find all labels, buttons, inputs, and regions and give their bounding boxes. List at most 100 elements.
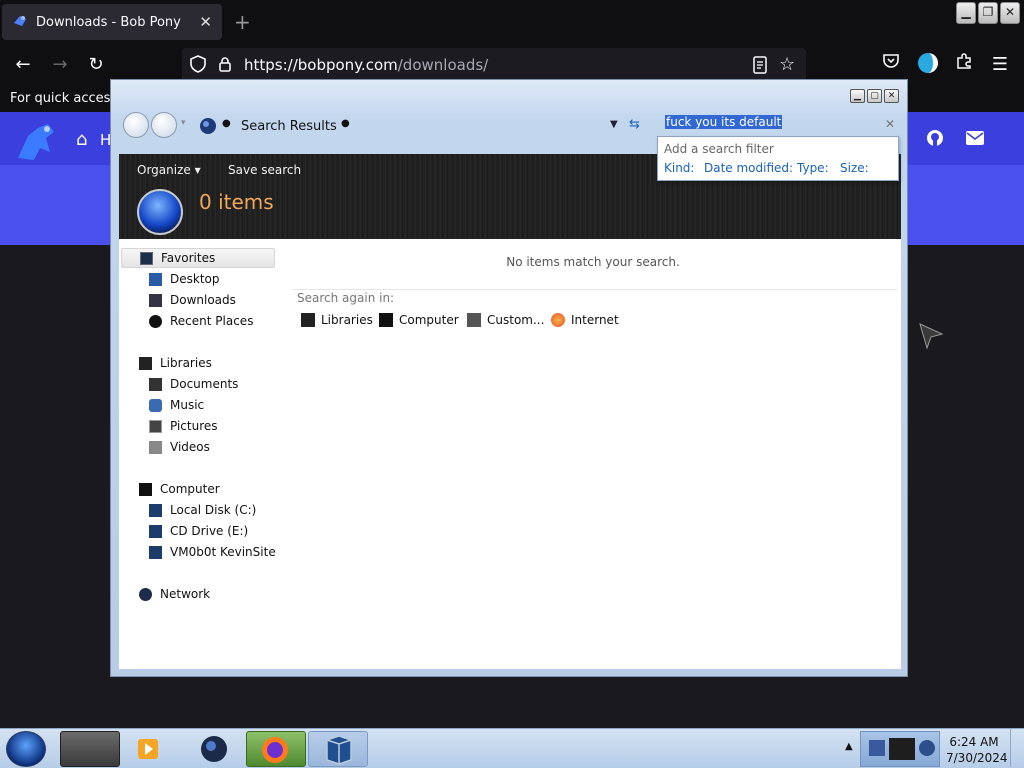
nav-recent-places[interactable]: Recent Places	[149, 311, 253, 331]
search-again-libraries-label: Libraries	[321, 313, 373, 327]
save-search-button[interactable]: Save search	[228, 163, 301, 177]
libraries-icon	[301, 313, 315, 327]
search-again-custom-label: Custom...	[487, 313, 545, 327]
taskbar-virtualbox-icon[interactable]	[308, 731, 368, 767]
nav-documents[interactable]: Documents	[149, 374, 238, 394]
nav-videos[interactable]: Videos	[149, 437, 210, 457]
filter-date-modified[interactable]: Date modified:	[704, 161, 793, 175]
search-filter-popup: Add a search filter Kind: Date modified:…	[657, 136, 899, 181]
music-icon	[149, 398, 162, 412]
breadcrumb-chevron-icon[interactable]: ●	[341, 118, 350, 129]
search-input[interactable]: fuck you its default ✕	[665, 115, 901, 137]
nav-favorites[interactable]: Favorites	[121, 248, 275, 268]
nav-computer[interactable]: Computer	[139, 479, 220, 499]
bob-pony-logo-icon[interactable]	[14, 118, 62, 169]
refresh-icon[interactable]: ⇆	[629, 117, 640, 132]
tray-network-icon[interactable]	[869, 740, 885, 756]
start-button-icon[interactable]	[6, 731, 46, 767]
url-bar[interactable]: https://bobpony.com/downloads/ ☆	[182, 48, 806, 82]
taskbar-internet-explorer-icon[interactable]	[184, 731, 244, 767]
search-again-internet[interactable]: Internet	[551, 313, 619, 327]
nav-local-disk[interactable]: Local Disk (C:)	[149, 500, 256, 520]
search-again-computer-label: Computer	[399, 313, 459, 327]
minimize-window-icon[interactable]: ▁	[956, 2, 976, 24]
forward-arrow-icon[interactable]: →	[47, 52, 73, 78]
nav-libraries[interactable]: Libraries	[139, 353, 212, 373]
lock-icon[interactable]	[218, 56, 232, 75]
search-again-custom[interactable]: Custom...	[467, 313, 544, 327]
nav-network-label: Network	[160, 587, 211, 601]
account-icon[interactable]	[915, 52, 941, 78]
nav-local-disk-label: Local Disk (C:)	[170, 503, 257, 517]
nav-network[interactable]: Network	[139, 584, 210, 604]
restore-window-icon[interactable]: ❐	[978, 2, 998, 24]
filter-type[interactable]: Type:	[797, 161, 829, 175]
nav-network-share[interactable]: VM0b0t KevinSite	[149, 542, 276, 562]
downloads-icon	[149, 293, 162, 307]
explorer-forward-icon[interactable]	[151, 112, 177, 138]
close-window-icon[interactable]: ✕	[1000, 2, 1020, 24]
divider	[293, 289, 897, 290]
taskbar-firefox-icon[interactable]	[246, 731, 306, 767]
pocket-icon[interactable]	[878, 52, 904, 78]
pictures-icon	[149, 419, 162, 433]
filter-kind[interactable]: Kind:	[664, 161, 694, 175]
hamburger-menu-icon[interactable]: ☰	[987, 52, 1013, 78]
nav-music-label: Music	[170, 398, 205, 412]
nav-pictures[interactable]: Pictures	[149, 416, 218, 436]
cd-drive-icon	[149, 524, 162, 538]
nav-favorites-label: Favorites	[161, 251, 216, 265]
nav-recent-label: Recent Places	[170, 314, 254, 328]
search-again-libraries[interactable]: Libraries	[301, 313, 373, 327]
nav-cd-drive[interactable]: CD Drive (E:)	[149, 521, 248, 541]
show-desktop-button[interactable]	[1010, 729, 1022, 767]
breadcrumb[interactable]: Search Results	[241, 119, 337, 134]
tray-action-center-icon[interactable]	[889, 738, 915, 760]
shield-icon[interactable]	[190, 54, 206, 76]
search-again-computer[interactable]: Computer	[379, 313, 459, 327]
organize-button[interactable]: Organize ▾	[137, 163, 201, 177]
search-location-icon	[199, 117, 217, 138]
nav-network-share-label: VM0b0t KevinSite	[170, 545, 276, 559]
explorer-close-icon[interactable]: ✕	[884, 89, 899, 103]
new-tab-icon[interactable]: +	[234, 10, 251, 34]
tab-title: Downloads - Bob Pony	[36, 14, 181, 30]
address-dropdown-icon[interactable]: ▼	[610, 119, 618, 130]
close-tab-icon[interactable]: ✕	[199, 13, 212, 31]
clock-time[interactable]: 6:24 AM	[946, 735, 1002, 749]
videos-icon	[149, 440, 162, 454]
browser-tab-bar: Downloads - Bob Pony ✕ + ▁ ❐ ✕	[0, 0, 1024, 44]
local-disk-icon	[149, 503, 162, 517]
clear-search-icon[interactable]: ✕	[885, 117, 895, 131]
nav-cd-drive-label: CD Drive (E:)	[170, 524, 249, 538]
browser-tab-downloads[interactable]: Downloads - Bob Pony ✕	[2, 4, 222, 40]
explorer-window: ▁ ▢ ✕ ▾ ● Search Results ● ▼ ⇆ fuck you …	[110, 79, 908, 677]
clock-date[interactable]: 7/30/2024	[946, 751, 1008, 765]
reader-view-icon[interactable]	[752, 56, 768, 77]
taskbar-media-player-icon[interactable]	[124, 731, 184, 767]
url-path: /downloads/	[397, 56, 489, 74]
nav-downloads[interactable]: Downloads	[149, 290, 236, 310]
taskbar-explorer-icon[interactable]	[60, 731, 120, 767]
explorer-maximize-icon[interactable]: ▢	[867, 89, 882, 103]
extensions-puzzle-icon[interactable]	[951, 52, 977, 78]
nav-music[interactable]: Music	[149, 395, 204, 415]
home-icon[interactable]: ⌂	[76, 129, 87, 150]
reload-icon[interactable]: ↻	[83, 52, 109, 78]
nav-downloads-label: Downloads	[170, 293, 236, 307]
back-arrow-icon[interactable]: ←	[10, 52, 36, 78]
explorer-minimize-icon[interactable]: ▁	[850, 89, 865, 103]
mail-icon[interactable]	[966, 131, 984, 148]
filter-size[interactable]: Size:	[840, 161, 869, 175]
recent-pages-dropdown-icon[interactable]: ▾	[181, 118, 186, 128]
nav-desktop[interactable]: Desktop	[149, 269, 220, 289]
github-icon[interactable]	[926, 129, 944, 150]
search-query-text: fuck you its default	[665, 115, 783, 129]
breadcrumb-separator-icon[interactable]: ●	[222, 118, 231, 129]
explorer-back-icon[interactable]	[123, 112, 149, 138]
computer-icon	[379, 313, 393, 327]
nav-computer-label: Computer	[160, 482, 220, 496]
tray-volume-icon[interactable]	[919, 740, 935, 756]
show-hidden-icons-icon[interactable]: ▲	[845, 741, 853, 752]
bookmark-star-icon[interactable]: ☆	[779, 54, 795, 75]
